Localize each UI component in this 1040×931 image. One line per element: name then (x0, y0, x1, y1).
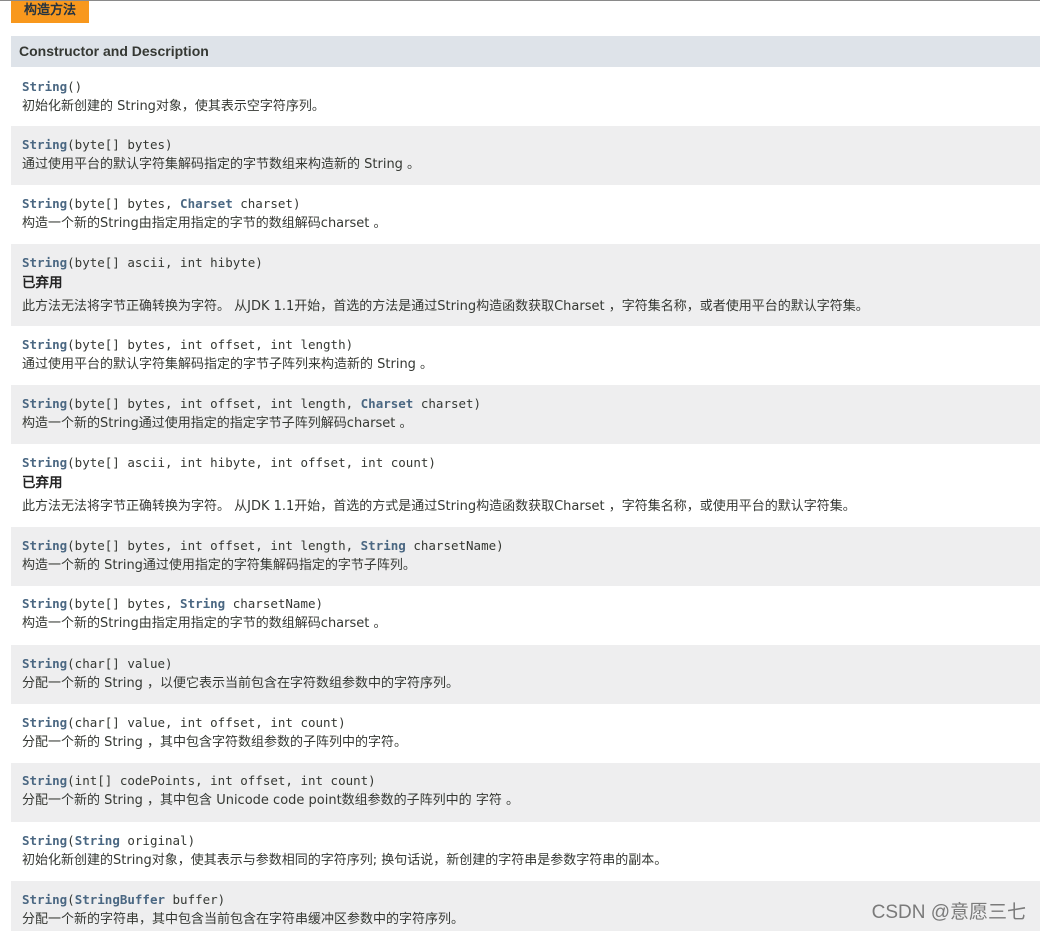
constructor-description: 初始化新创建的String对象，使其表示与参数相同的字符序列; 换句话说，新创建… (22, 853, 668, 868)
constructor-description: 分配一个新的 String ，其中包含 Unicode code point数组… (22, 793, 519, 808)
constructor-signature: String() (22, 79, 83, 94)
type-link[interactable]: String (22, 79, 67, 94)
top-border (0, 0, 1040, 1)
type-link[interactable]: Charset (180, 196, 233, 211)
constructor-signature: String(byte[] bytes, int offset, int len… (22, 337, 354, 352)
table-row: String(byte[] bytes, int offset, int len… (11, 326, 1040, 385)
table-row: String(String original) 初始化新创建的String对象，… (11, 822, 1040, 881)
table-row: String(byte[] ascii, int hibyte) 已弃用 此方法… (11, 244, 1040, 326)
table-row: String(byte[] bytes, int offset, int len… (11, 527, 1040, 586)
type-link[interactable]: String (22, 833, 67, 848)
constructor-signature: String(byte[] ascii, int hibyte, int off… (22, 455, 436, 470)
constructor-summary-table: Constructor and Description String() 初始化… (11, 36, 1040, 931)
type-link[interactable]: String (22, 255, 67, 270)
constructor-description: 此方法无法将字节正确转换为字符。 从JDK 1.1开始，首选的方法是通过Stri… (22, 299, 869, 314)
type-link[interactable]: String (22, 773, 67, 788)
type-link[interactable]: String (22, 538, 67, 553)
type-link[interactable]: String (22, 892, 67, 907)
constructor-description: 此方法无法将字节正确转换为字符。 从JDK 1.1开始，首选的方式是通过Stri… (22, 499, 856, 514)
constructor-description: 构造一个新的 String通过使用指定的字符集解码指定的字节子阵列。 (22, 558, 416, 573)
constructor-signature: String(char[] value, int offset, int cou… (22, 715, 346, 730)
constructor-signature: String(byte[] bytes, int offset, int len… (22, 396, 482, 411)
type-link[interactable]: String (361, 538, 406, 553)
constructor-description: 通过使用平台的默认字符集解码指定的字节子阵列来构造新的 String 。 (22, 357, 434, 372)
section-caption-tab: 构造方法 (11, 1, 90, 23)
table-row: String(byte[] bytes, String charsetName)… (11, 586, 1040, 645)
type-link[interactable]: String (75, 833, 120, 848)
type-link[interactable]: String (22, 455, 67, 470)
type-link[interactable]: Charset (361, 396, 414, 411)
constructor-signature: String(byte[] ascii, int hibyte) (22, 255, 263, 270)
table-row: String(byte[] bytes) 通过使用平台的默认字符集解码指定的字节… (11, 126, 1040, 185)
type-link[interactable]: String (22, 196, 67, 211)
type-link[interactable]: String (22, 715, 67, 730)
table-row: String(byte[] ascii, int hibyte, int off… (11, 444, 1040, 527)
table-row: String(byte[] bytes, int offset, int len… (11, 385, 1040, 444)
constructor-signature: String(byte[] bytes, String charsetName) (22, 596, 324, 611)
deprecated-label: 已弃用 (22, 475, 63, 491)
table-header: Constructor and Description (11, 36, 1040, 67)
type-link[interactable]: String (22, 396, 67, 411)
constructor-signature: String(String original) (22, 833, 196, 848)
type-link[interactable]: String (180, 596, 225, 611)
table-row: String(char[] value) 分配一个新的 String ，以便它表… (11, 645, 1040, 704)
constructor-signature: String(byte[] bytes, Charset charset) (22, 196, 301, 211)
type-link[interactable]: String (22, 337, 67, 352)
table-row: String(byte[] bytes, Charset charset) 构造… (11, 185, 1040, 244)
constructor-description: 构造一个新的String通过使用指定的指定字节子阵列解码charset 。 (22, 416, 413, 431)
watermark: CSDN @意愿三七 (871, 902, 1026, 923)
constructor-description: 构造一个新的String由指定用指定的字节的数组解码charset 。 (22, 216, 387, 231)
constructor-description: 通过使用平台的默认字符集解码指定的字节数组来构造新的 String 。 (22, 157, 421, 172)
type-link[interactable]: StringBuffer (75, 892, 165, 907)
deprecated-label: 已弃用 (22, 275, 63, 291)
constructor-signature: String(byte[] bytes, int offset, int len… (22, 538, 504, 553)
constructor-signature: String(byte[] bytes) (22, 137, 173, 152)
table-row: String(int[] codePoints, int offset, int… (11, 763, 1040, 822)
constructor-signature: String(int[] codePoints, int offset, int… (22, 773, 376, 788)
constructor-description: 分配一个新的 String ，其中包含字符数组参数的子阵列中的字符。 (22, 735, 408, 750)
constructor-signature: String(char[] value) (22, 656, 173, 671)
type-link[interactable]: String (22, 137, 67, 152)
constructor-description: 初始化新创建的 String对象，使其表示空字符序列。 (22, 99, 325, 114)
type-link[interactable]: String (22, 596, 67, 611)
table-row: String() 初始化新创建的 String对象，使其表示空字符序列。 (11, 67, 1040, 126)
constructor-description: 构造一个新的String由指定用指定的字节的数组解码charset 。 (22, 616, 387, 631)
table-row: String(char[] value, int offset, int cou… (11, 704, 1040, 763)
constructor-description: 分配一个新的 String ，以便它表示当前包含在字符数组参数中的字符序列。 (22, 676, 460, 691)
type-link[interactable]: String (22, 656, 67, 671)
